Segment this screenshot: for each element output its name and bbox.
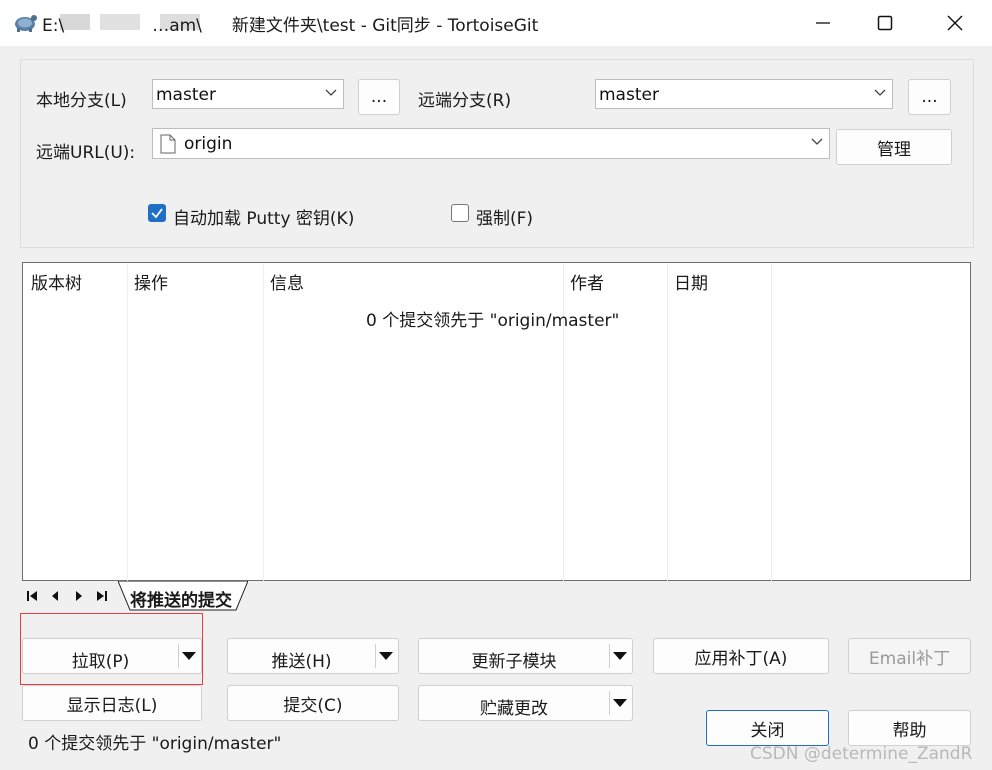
first-icon [27,591,37,601]
manage-remotes-button[interactable]: 管理 [836,129,952,165]
commits-list[interactable]: 版本树 操作 信息 作者 日期 0 个提交领先于 "origin/master" [22,262,971,581]
help-button[interactable]: 帮助 [848,710,971,746]
close-icon [947,15,963,31]
column-divider [263,263,264,581]
commit-button[interactable]: 提交(C) [227,685,399,721]
remote-url-value: origin [184,134,233,154]
column-divider [667,263,668,581]
next-icon [76,591,82,601]
chevron-down-icon [874,89,886,96]
force-checkbox[interactable] [451,204,469,222]
split-divider [609,644,610,668]
show-log-button[interactable]: 显示日志(L) [22,685,202,721]
autoload-putty-label[interactable]: 自动加载 Putty 密钥(K) [173,204,354,229]
update-submodules-button[interactable]: 更新子模块 [418,638,633,674]
local-branch-label: 本地分支(L) [36,91,127,111]
stash-button[interactable]: 贮藏更改 [418,685,633,721]
local-branch-select[interactable]: master [152,79,344,109]
chevron-down-icon [325,89,337,96]
autoload-putty-checkbox[interactable] [148,204,166,222]
maximize-button[interactable] [854,0,916,46]
apply-patch-button[interactable]: 应用补丁(A) [653,638,829,674]
local-branch-value: master [156,85,216,105]
stash-dropdown-arrow-icon[interactable] [613,699,627,707]
push-button[interactable]: 推送(H) [227,638,399,674]
column-header-author[interactable]: 作者 [570,269,604,294]
minimize-button[interactable] [792,0,854,46]
window-title: E:\ …am\ 新建文件夹\test - Git同步 - TortoiseGit [42,16,539,36]
column-header-action[interactable]: 操作 [134,269,168,294]
remote-branch-label: 远端分支(R) [418,91,512,111]
email-patch-button[interactable]: Email补丁 [848,638,971,674]
tab-commits-to-push[interactable]: 将推送的提交 [130,586,232,611]
remote-branch-browse-button[interactable]: ... [908,79,951,115]
empty-list-message: 0 个提交领先于 "origin/master" [366,311,620,331]
last-icon [97,591,107,601]
remote-url-label: 远端URL(U): [36,143,136,163]
split-divider [609,691,610,715]
local-branch-browse-button[interactable]: ... [358,79,400,115]
next-tab-button[interactable] [73,589,85,603]
prev-tab-button[interactable] [49,589,61,603]
prev-icon [52,591,58,601]
first-tab-button[interactable] [26,589,38,603]
maximize-icon [877,15,893,31]
update-submodules-label: 更新子模块 [471,652,557,672]
minimize-icon [816,22,830,24]
close-button[interactable]: 关闭 [706,710,829,746]
split-divider [375,644,376,668]
column-divider [127,263,128,581]
remote-branch-select[interactable]: master [595,79,893,109]
column-header-graph[interactable]: 版本树 [31,269,82,294]
highlight-annotation [20,613,203,685]
remote-url-select[interactable]: origin [152,128,830,159]
close-window-button[interactable] [924,0,986,46]
column-divider [771,263,772,581]
status-text: 0 个提交领先于 "origin/master" [28,734,282,754]
push-dropdown-arrow-icon[interactable] [379,652,393,660]
stash-label: 贮藏更改 [480,699,548,719]
remote-branch-value: master [599,85,659,105]
column-header-message[interactable]: 信息 [270,269,304,294]
column-header-date[interactable]: 日期 [674,269,708,294]
checkmark-icon [151,208,163,219]
document-icon [160,134,176,154]
last-tab-button[interactable] [96,589,108,603]
force-label[interactable]: 强制(F) [476,204,533,229]
tortoisegit-app-icon [12,10,38,34]
watermark: CSDN @determine_ZandR [750,744,973,764]
submodules-dropdown-arrow-icon[interactable] [613,652,627,660]
push-label: 推送(H) [271,652,332,672]
chevron-down-icon [811,138,823,145]
